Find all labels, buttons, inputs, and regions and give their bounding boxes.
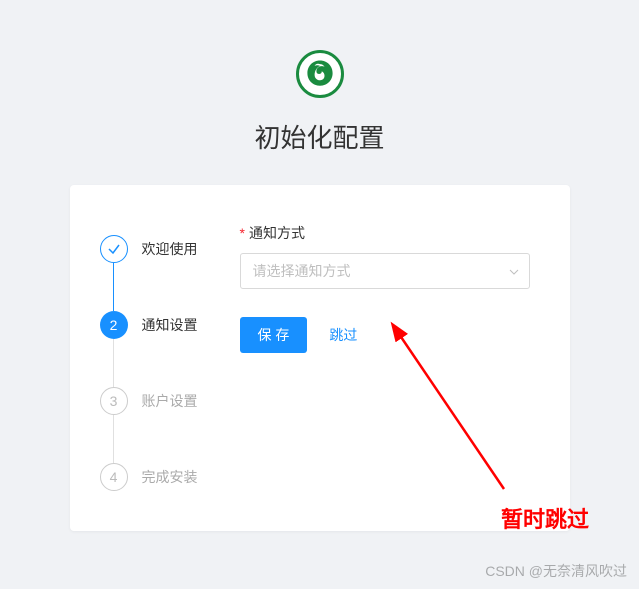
step-label: 通知设置 (142, 315, 198, 335)
watermark: CSDN @无奈清风吹过 (485, 561, 627, 581)
required-mark: * (240, 225, 245, 241)
annotation-text: 暂时跳过 (501, 502, 589, 534)
step-number: 4 (100, 463, 128, 491)
notification-method-select[interactable]: 请选择通知方式 (240, 253, 530, 289)
step-notification: 2 通知设置 (100, 311, 240, 387)
save-button[interactable]: 保 存 (240, 317, 308, 353)
step-label: 完成安装 (142, 467, 198, 487)
check-icon (100, 235, 128, 263)
app-logo (296, 50, 344, 98)
chevron-down-icon (509, 264, 519, 278)
steps-nav: 欢迎使用 2 通知设置 3 账户设置 4 完成安装 (100, 215, 240, 491)
step-label: 账户设置 (142, 391, 198, 411)
step-account: 3 账户设置 (100, 387, 240, 463)
setup-card: 欢迎使用 2 通知设置 3 账户设置 4 完成安装 *通知方式 请选择通知 (70, 185, 570, 531)
select-placeholder: 请选择通知方式 (253, 261, 351, 281)
field-label: *通知方式 (240, 223, 530, 243)
step-welcome: 欢迎使用 (100, 235, 240, 311)
page-title: 初始化配置 (0, 118, 639, 155)
step-finish: 4 完成安装 (100, 463, 240, 491)
skip-button[interactable]: 跳过 (329, 325, 357, 345)
step-number: 3 (100, 387, 128, 415)
step-number: 2 (100, 311, 128, 339)
step-label: 欢迎使用 (142, 239, 198, 259)
